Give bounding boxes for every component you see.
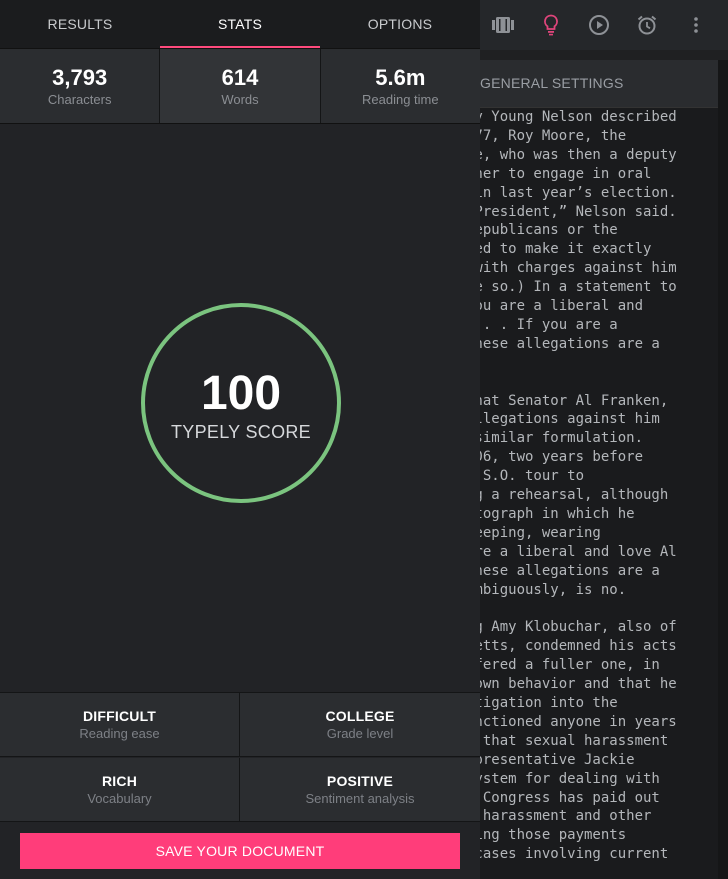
document-line: d that sexual harassment xyxy=(480,732,669,749)
document-line: ding those payments xyxy=(480,827,627,844)
save-document-button[interactable]: SAVE YOUR DOCUMENT xyxy=(20,833,460,869)
metric-value: COLLEGE xyxy=(325,708,395,724)
stats-panel: RESULTS STATS OPTIONS 3,793 Characters 6… xyxy=(0,0,480,879)
document-line: be so.) In a statement to xyxy=(480,279,677,296)
document-line: ne, who was then a deputy xyxy=(480,146,677,163)
summary-stats: 3,793 Characters 614 Words 5.6m Reading … xyxy=(0,48,480,124)
document-line: that Senator Al Franken, xyxy=(480,392,669,409)
stat-label: Reading time xyxy=(362,91,439,107)
document-line: own behavior and that he xyxy=(480,676,677,693)
film-icon[interactable] xyxy=(490,12,516,38)
document-line: ned to make it exactly xyxy=(480,241,652,258)
document-text[interactable]: ey Young Nelson described 977, Roy Moore,… xyxy=(480,108,718,879)
document-line: system for dealing with xyxy=(480,770,660,787)
tab-results[interactable]: RESULTS xyxy=(0,0,160,48)
document-line: stigation into the xyxy=(480,695,618,712)
document-line: 977, Roy Moore, the xyxy=(480,127,627,144)
document-line: l harassment and other xyxy=(480,808,652,825)
stat-characters: 3,793 Characters xyxy=(0,49,161,123)
document-line: in last year’s election. xyxy=(480,184,677,201)
document-line: Republicans or the xyxy=(480,222,618,239)
metric-label: Sentiment analysis xyxy=(305,791,415,806)
stat-label: Words xyxy=(221,91,259,107)
document-line: ey Young Nelson described xyxy=(480,109,677,125)
document-line: these allegations are a xyxy=(480,562,660,579)
document-line: U.S.O. tour to xyxy=(480,468,585,485)
editor-scrollbar[interactable] xyxy=(718,60,728,879)
metric-label: Vocabulary xyxy=(87,791,152,806)
metric-value: RICH xyxy=(101,773,138,789)
metric-vocabulary: RICH Vocabulary xyxy=(0,758,240,822)
panel-tabs: RESULTS STATS OPTIONS xyxy=(0,0,480,48)
document-line: similar formulation. xyxy=(480,430,644,447)
score-ring: 100 TYPELY SCORE xyxy=(141,303,341,503)
document-line: allegations against him xyxy=(480,411,660,428)
metric-sentiment: POSITIVE Sentiment analysis xyxy=(240,758,480,822)
document-line: anctioned anyone in years xyxy=(480,713,677,730)
score-label: TYPELY SCORE xyxy=(171,421,311,442)
document-line: 006, two years before xyxy=(480,449,644,466)
stat-label: Characters xyxy=(47,91,112,107)
alarm-clock-icon[interactable] xyxy=(634,12,660,38)
general-settings-label: GENERAL SETTINGS xyxy=(480,75,624,91)
metrics-grid: DIFFICULT Reading ease COLLEGE Grade lev… xyxy=(0,692,480,822)
play-circle-icon[interactable] xyxy=(586,12,612,38)
more-vert-icon[interactable] xyxy=(683,12,709,38)
document-line: her to engage in oral xyxy=(480,165,652,182)
tab-stats[interactable]: STATS xyxy=(160,0,320,48)
lightbulb-icon[interactable] xyxy=(538,12,564,38)
metric-value: DIFFICULT xyxy=(82,708,157,724)
document-line: leeping, wearing xyxy=(480,524,601,541)
metric-reading-ease: DIFFICULT Reading ease xyxy=(0,693,240,757)
document-line: epresentative Jackie xyxy=(480,751,635,768)
document-line: these allegations are a xyxy=(480,335,660,352)
stat-reading-time: 5.6m Reading time xyxy=(320,49,480,123)
score-area: 100 TYPELY SCORE xyxy=(0,124,480,692)
document-line: , Congress has paid out xyxy=(480,789,660,806)
tab-options[interactable]: OPTIONS xyxy=(320,0,480,48)
document-line: cases involving current xyxy=(480,846,669,863)
document-line: ffered a fuller one, in xyxy=(480,657,660,674)
document-line: otograph in which he xyxy=(480,506,635,522)
document-line: you are a liberal and xyxy=(480,298,644,315)
stat-value: 614 xyxy=(221,64,259,90)
editor-toolbar xyxy=(480,0,728,50)
metric-grade-level: COLLEGE Grade level xyxy=(240,693,480,757)
document-line: ambiguously, is no. xyxy=(480,581,627,598)
document-line: with charges against him xyxy=(480,260,677,277)
stat-value: 3,793 xyxy=(52,64,108,90)
document-line: ng Amy Klobuchar, also of xyxy=(480,619,677,636)
document-line: are a liberal and love Al xyxy=(480,543,677,560)
metric-label: Grade level xyxy=(326,726,394,741)
metric-value: POSITIVE xyxy=(326,773,394,789)
stat-words: 614 Words xyxy=(160,49,321,123)
general-settings-bar[interactable]: GENERAL SETTINGS xyxy=(480,60,718,108)
stat-value: 5.6m xyxy=(375,64,426,90)
document-line: setts, condemned his acts xyxy=(480,638,677,655)
document-line: President,” Nelson said. xyxy=(480,203,677,220)
metric-label: Reading ease xyxy=(79,726,160,741)
score-value: 100 xyxy=(200,366,282,420)
document-line: . . . If you are a xyxy=(480,316,618,333)
document-line: ng a rehearsal, although xyxy=(480,487,669,504)
